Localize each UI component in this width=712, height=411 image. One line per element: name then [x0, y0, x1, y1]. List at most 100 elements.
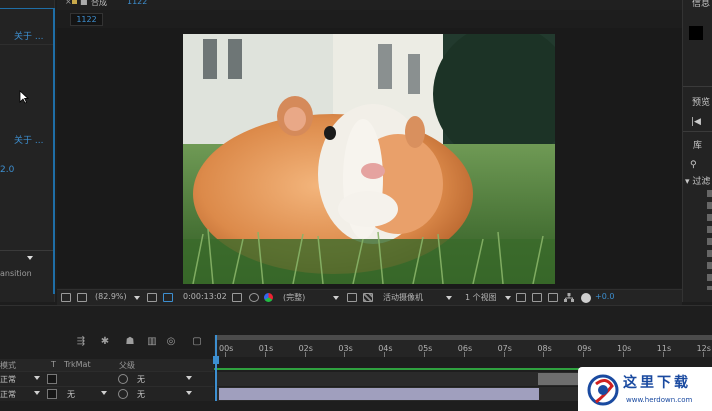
ruler-tick: [503, 352, 505, 357]
mode-column-label: 模式: [0, 361, 16, 370]
ruler-tick: [344, 352, 346, 357]
ruler-tick-label: 04s: [378, 344, 393, 353]
timecode[interactable]: 0:00:13:02: [183, 292, 227, 301]
ruler-tick-label: 07s: [497, 344, 512, 353]
composition-icon: [72, 0, 77, 4]
viewer-toolbar: (82.9%) 0:00:13:02 (完整) 活动摄像机 1 个视图 +0.0: [57, 289, 682, 305]
chevron-down-icon[interactable]: [27, 256, 33, 260]
chevron-down-icon[interactable]: [34, 376, 40, 380]
transparency-grid-icon[interactable]: [363, 293, 373, 302]
table-row[interactable]: 正常 无 无: [0, 386, 214, 401]
exposure-value[interactable]: +0.0: [595, 292, 614, 301]
ruler-tick: [264, 352, 266, 357]
info-panel-title[interactable]: 信息: [692, 0, 710, 9]
composition-breadcrumb[interactable]: 1122: [70, 13, 103, 26]
ruler-tick: [424, 352, 425, 357]
about-link-2[interactable]: 关于 ...: [14, 133, 43, 146]
color-channel-icon[interactable]: [264, 293, 273, 302]
lock-icon[interactable]: ■: [80, 0, 88, 6]
roi-icon[interactable]: [347, 293, 357, 302]
toggle-pixel-icon[interactable]: [516, 293, 526, 302]
parent-select[interactable]: 无: [137, 374, 145, 385]
preserve-transparency-checkbox[interactable]: [47, 374, 57, 384]
watermark-url: www.herdown.com: [626, 396, 693, 404]
library-items: [707, 190, 712, 290]
reset-exposure-icon[interactable]: [532, 293, 542, 302]
t-column-label: T: [51, 360, 56, 369]
color-swatch: [689, 26, 703, 40]
resolution-select[interactable]: (完整): [283, 292, 305, 303]
panel-focus-border: [53, 8, 55, 294]
library-panel-title[interactable]: 库: [693, 138, 702, 151]
mask-icon[interactable]: [163, 293, 173, 302]
preview-panel-title[interactable]: 预览: [692, 95, 710, 108]
about-link-1[interactable]: 关于 ...: [14, 29, 43, 42]
work-area-bar[interactable]: [216, 335, 712, 340]
ruler-tick: [583, 352, 585, 357]
view-layout-select[interactable]: 1 个视图: [465, 292, 497, 303]
chevron-down-icon[interactable]: [505, 296, 511, 300]
skip-back-icon[interactable]: |◀: [691, 117, 701, 127]
chevron-down-icon[interactable]: [333, 296, 339, 300]
trkmat-column-label: TrkMat: [64, 360, 91, 369]
composition-tab-name[interactable]: 合成: [91, 0, 107, 8]
layer-duration-bar[interactable]: [219, 388, 539, 400]
grid-icon[interactable]: [147, 293, 157, 302]
composition-tab-number[interactable]: 1122: [127, 0, 147, 6]
ruler-tick-label: 00s: [219, 344, 234, 353]
chevron-down-icon[interactable]: [101, 391, 107, 395]
watermark-logo: [587, 374, 619, 406]
trkmat-select[interactable]: 无: [67, 389, 75, 400]
pick-whip-icon[interactable]: [118, 374, 128, 384]
playhead-handle[interactable]: [213, 356, 219, 364]
zoom-select[interactable]: (82.9%): [95, 292, 127, 301]
panel-focus-border-top: [0, 8, 53, 9]
mode-select[interactable]: 正常: [0, 389, 16, 400]
mode-select[interactable]: 正常: [0, 374, 16, 385]
graph-editor-icon[interactable]: ▢: [191, 336, 203, 348]
chevron-down-icon[interactable]: [134, 296, 140, 300]
draft-3d-icon[interactable]: ✱: [99, 336, 111, 348]
camera-select[interactable]: 活动摄像机: [383, 292, 423, 303]
guinea-pig-photo: [183, 34, 555, 284]
ruler-tick-label: 01s: [258, 344, 274, 353]
frame-blend-icon[interactable]: ▥: [146, 336, 158, 348]
search-layers-icon[interactable]: ⇶: [75, 336, 87, 348]
ruler-tick-label: 09s: [577, 344, 592, 353]
monitor-icon[interactable]: [77, 293, 87, 302]
playhead[interactable]: [215, 335, 217, 401]
ruler-tick-label: 06s: [457, 344, 473, 353]
filter-label[interactable]: ▾ 过滤: [685, 174, 710, 187]
ruler-tick: [702, 352, 704, 357]
table-row[interactable]: 正常 无: [0, 371, 214, 386]
ruler-tick-label: 10s: [617, 344, 632, 353]
watermark-title: 这里下载: [623, 375, 691, 391]
close-icon[interactable]: ×: [65, 0, 72, 6]
shy-icon[interactable]: ☗: [124, 336, 136, 348]
search-icon[interactable]: ⚲: [690, 160, 697, 170]
ruler-tick: [543, 352, 545, 357]
pick-whip-icon[interactable]: [118, 389, 128, 399]
chevron-down-icon[interactable]: [34, 391, 40, 395]
chevron-down-icon[interactable]: [446, 296, 452, 300]
exposure-icon[interactable]: [581, 293, 591, 303]
ruler-tick: [225, 352, 226, 357]
timeline-icon[interactable]: [548, 293, 558, 302]
motion-blur-icon[interactable]: ◎: [165, 336, 177, 348]
link-icon[interactable]: [249, 293, 259, 302]
region-icon[interactable]: [61, 293, 71, 302]
divider: [683, 86, 712, 87]
ruler-tick: [304, 352, 306, 357]
divider: [0, 44, 53, 45]
divider: [0, 250, 53, 251]
flowchart-icon[interactable]: [564, 293, 574, 302]
camera-icon[interactable]: [232, 293, 242, 302]
ruler-tick: [662, 352, 664, 357]
layer-column-header: 模式 T TrkMat 父级: [0, 359, 214, 371]
ruler-tick-label: 12s: [696, 344, 711, 353]
preserve-transparency-checkbox[interactable]: [47, 389, 57, 399]
chevron-down-icon[interactable]: [186, 376, 192, 380]
ruler-tick-label: 03s: [338, 344, 353, 353]
chevron-down-icon[interactable]: [186, 391, 192, 395]
parent-select[interactable]: 无: [137, 389, 145, 400]
